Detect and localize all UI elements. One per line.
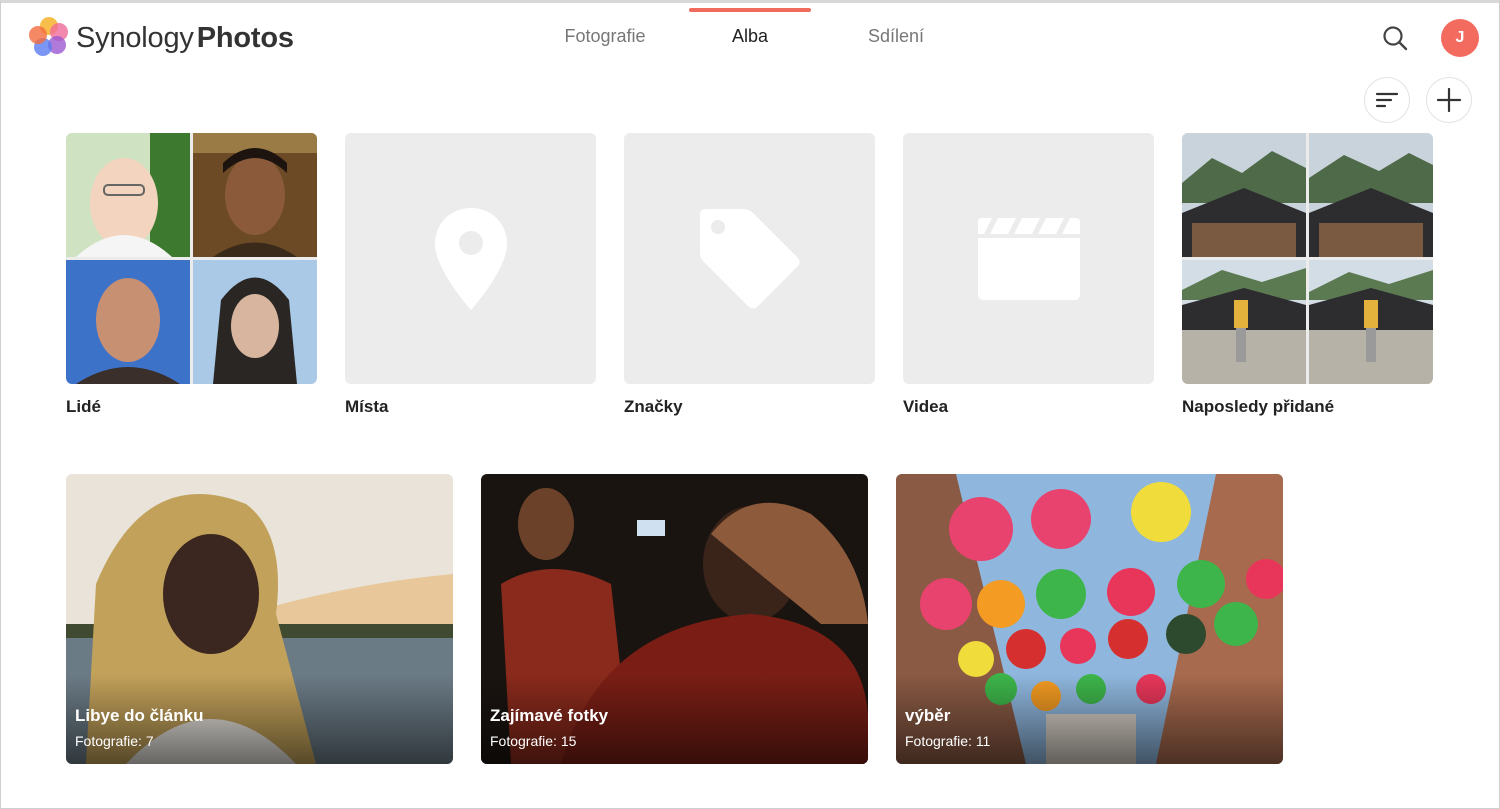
plus-icon <box>1436 87 1462 113</box>
tab-sdileni[interactable]: Sdílení <box>826 26 966 47</box>
sort-icon <box>1375 92 1399 108</box>
person-photo <box>66 133 190 257</box>
recent-photo <box>1309 133 1433 257</box>
videos-thumbnail <box>903 133 1154 384</box>
album-title: Zajímavé fotky <box>490 706 609 725</box>
people-collage <box>66 133 317 384</box>
tag-icon <box>699 208 799 308</box>
category-people[interactable]: Lidé <box>66 133 317 417</box>
user-avatar[interactable]: J <box>1441 19 1479 57</box>
album-card[interactable]: Zajímavé fotky Fotografie: 15 <box>481 474 868 764</box>
category-recently-added[interactable]: Naposledy přidané <box>1182 133 1433 417</box>
album-card[interactable]: výběr Fotografie: 11 <box>896 474 1283 764</box>
tags-thumbnail <box>624 133 875 384</box>
recent-collage <box>1182 133 1433 384</box>
album-caption-gradient <box>896 674 1283 764</box>
recent-photo <box>1182 260 1306 384</box>
tab-alba[interactable]: Alba <box>680 26 820 47</box>
category-tags[interactable]: Značky <box>624 133 875 417</box>
places-thumbnail <box>345 133 596 384</box>
album-photo-count: Fotografie: 11 <box>905 733 991 749</box>
person-photo <box>66 260 190 384</box>
album-photo-count: Fotografie: 7 <box>75 733 154 749</box>
clapperboard-icon <box>977 217 1080 300</box>
top-bar: Synology Photos Fotografie Alba Sdílení J <box>0 0 1500 80</box>
category-label: Místa <box>345 397 389 416</box>
category-label: Videa <box>903 397 949 416</box>
category-videos[interactable]: Videa <box>903 133 1154 417</box>
album-title: výběr <box>905 706 951 725</box>
active-tab-indicator <box>689 8 811 12</box>
recent-photo <box>1182 133 1306 257</box>
tab-fotografie[interactable]: Fotografie <box>535 26 675 47</box>
add-album-button[interactable] <box>1426 77 1472 123</box>
search-button[interactable] <box>1377 20 1413 56</box>
category-label: Lidé <box>66 397 101 416</box>
category-label: Značky <box>624 397 683 416</box>
person-photo <box>193 260 317 384</box>
location-pin-icon <box>434 207 507 310</box>
main-tabs: Fotografie Alba Sdílení <box>0 0 1500 80</box>
person-photo <box>193 133 317 257</box>
category-label: Naposledy přidané <box>1182 397 1335 416</box>
search-icon <box>1383 26 1408 51</box>
recent-photo <box>1309 260 1433 384</box>
album-photo-count: Fotografie: 15 <box>490 733 577 749</box>
album-card[interactable]: Libye do článku Fotografie: 7 <box>66 474 453 764</box>
album-title: Libye do článku <box>75 706 204 725</box>
sort-button[interactable] <box>1364 77 1410 123</box>
category-places[interactable]: Místa <box>345 133 596 417</box>
